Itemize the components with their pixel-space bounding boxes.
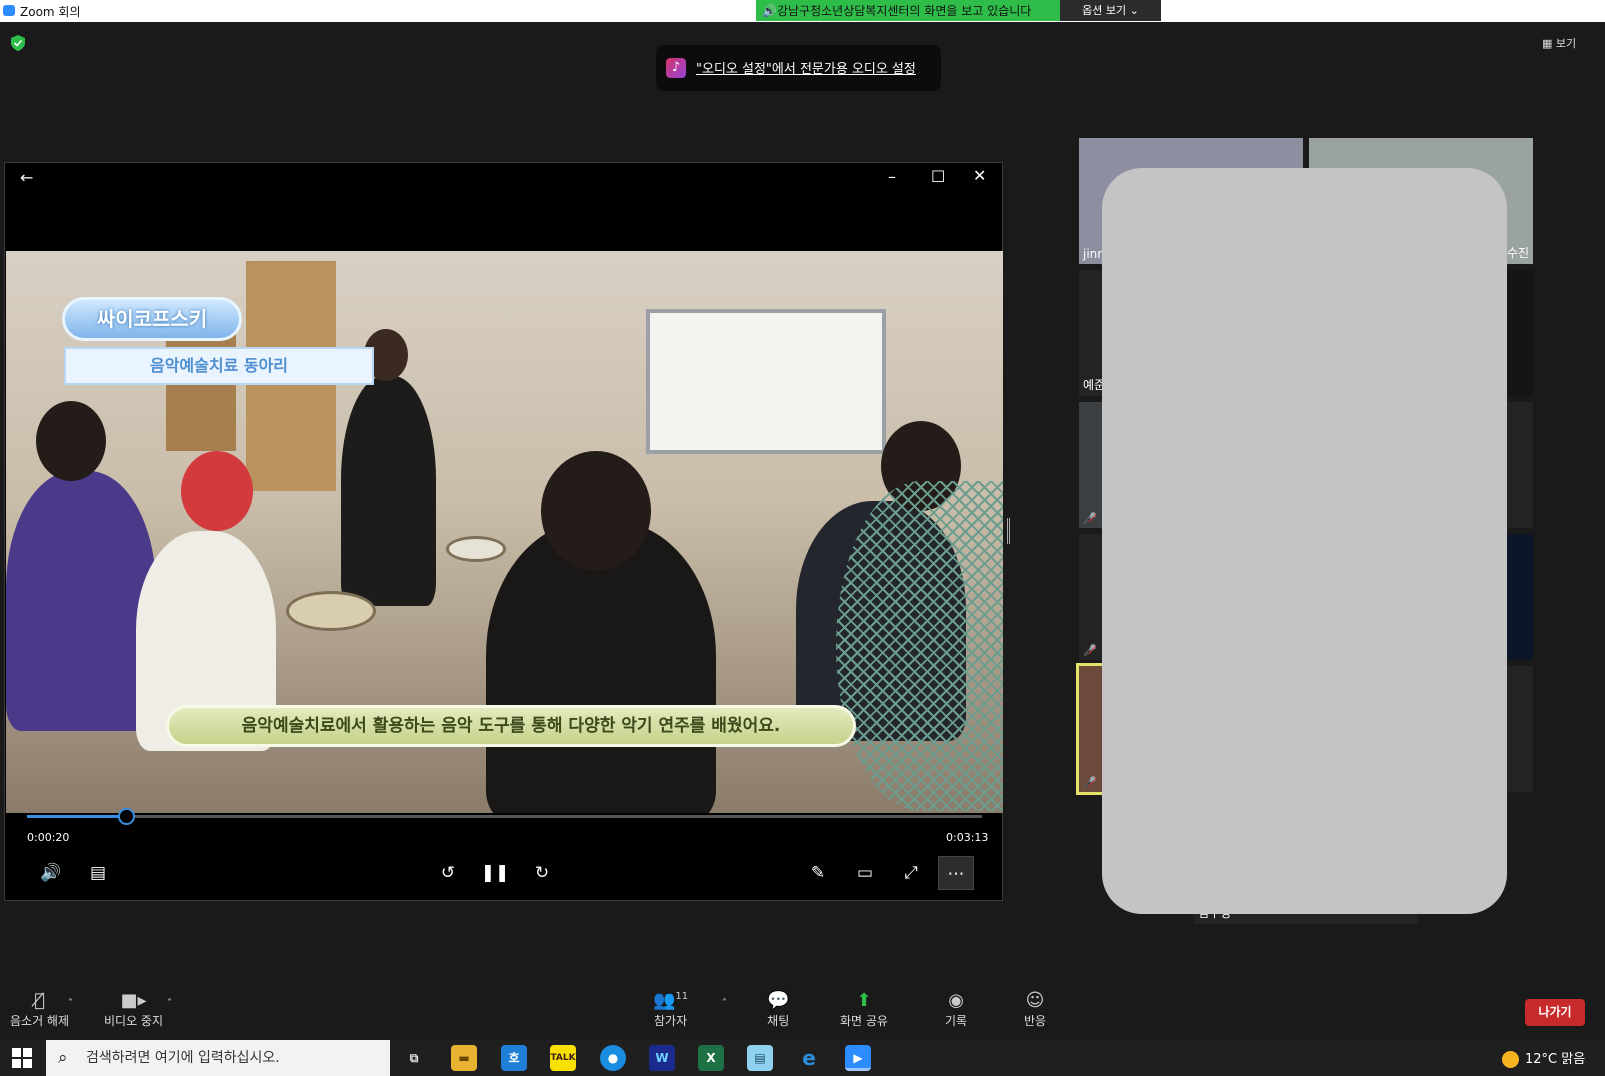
participants-count: 11 <box>675 991 689 1002</box>
stop-video-label: 비디오 중지 <box>104 1014 164 1028</box>
internet-explorer-icon[interactable]: e <box>796 1045 822 1071</box>
forward-30-icon[interactable]: ↻ <box>524 856 560 890</box>
more-options-icon[interactable]: ⋯ <box>938 856 974 890</box>
view-options-button[interactable]: 옵션 보기 ⌄ <box>1060 0 1161 21</box>
music-note-icon: ♪ <box>666 58 686 78</box>
zoom-app-icon <box>3 5 15 16</box>
screen-share-banner: 🔊강남구청소년상담복지센터의 화면을 보고 있습니다 <box>756 0 1060 21</box>
grid-icon: ▦ <box>1542 37 1553 50</box>
search-placeholder: 검색하려면 여기에 입력하십시오. <box>86 1050 280 1066</box>
participants-caret[interactable]: ˄ <box>722 998 727 1009</box>
share-banner-text: 강남구청소년상담복지센터의 화면을 보고 있습니다 <box>776 4 1032 18</box>
webex-icon[interactable]: W <box>649 1045 675 1071</box>
close-icon[interactable]: ✕ <box>973 166 986 185</box>
privacy-mask <box>1102 168 1507 914</box>
notepad-icon[interactable]: ▤ <box>747 1045 773 1071</box>
mic-muted-icon: 🎙̸ <box>34 990 45 1011</box>
video-caption: 음악예술치료에서 활용하는 음악 도구를 통해 다양한 악기 연주를 배웠어요. <box>166 705 856 747</box>
file-explorer-icon[interactable]: ▬ <box>451 1045 477 1071</box>
task-view-icon[interactable]: ⧉ <box>401 1045 427 1071</box>
video-options-caret[interactable]: ˄ <box>167 998 172 1009</box>
total-time: 0:03:13 <box>946 831 989 844</box>
reactions-button[interactable]: ☺ 반응 <box>1024 990 1046 1029</box>
sun-icon <box>1502 1051 1519 1068</box>
student-purple-head <box>36 401 106 481</box>
progress-track[interactable] <box>27 815 982 818</box>
share-screen-label: 화면 공유 <box>840 1014 888 1028</box>
leave-button[interactable]: 나가기 <box>1525 999 1585 1026</box>
participant-name: 수진 <box>1506 246 1529 260</box>
drum <box>286 591 376 631</box>
windows-taskbar: ⌕ 검색하려면 여기에 입력하십시오. ⧉ ▬ 호 TALK ● W X ▤ e… <box>0 1040 1605 1076</box>
view-label: 보기 <box>1555 37 1577 50</box>
share-arrow-icon: ⬆ <box>856 990 872 1011</box>
kakaotalk-icon[interactable]: TALK <box>550 1045 576 1071</box>
red-cap <box>181 451 253 531</box>
audio-options-caret[interactable]: ˄ <box>68 998 73 1009</box>
muted-mic-icon: 🎤̸ <box>1083 644 1097 657</box>
pen-icon[interactable]: ✎ <box>800 856 836 890</box>
meeting-toolbar: 🎙̸ 음소거 해제 ˄ ■▸ 비디오 중지 ˄ 👥11 참가자 ˄ 💬 채팅 ⬆ 화면 공… <box>0 970 1605 1040</box>
stop-video-button[interactable]: ■▸ 비디오 중지 <box>104 990 163 1029</box>
progress-fill <box>27 815 127 818</box>
video-player-window: ← – ☐ ✕ 싸이코프스키 음악예술치료 동아리 음악예술치료에서 활용하는 … <box>4 162 1003 901</box>
speaker-icon: 🔊 <box>762 4 777 18</box>
share-screen-button[interactable]: ⬆ 화면 공유 <box>840 990 888 1029</box>
reactions-label: 반응 <box>1024 1014 1047 1028</box>
unmute-label: 음소거 해제 <box>10 1014 70 1028</box>
panel-splitter[interactable] <box>1007 518 1010 544</box>
taskbar-search-box[interactable]: ⌕ 검색하려면 여기에 입력하십시오. <box>46 1040 390 1076</box>
fullscreen-icon[interactable]: ⤢ <box>893 856 929 890</box>
search-icon: ⌕ <box>58 1048 68 1068</box>
view-options-label: 옵션 보기 <box>1082 4 1127 17</box>
unmute-button[interactable]: 🎙̸ 음소거 해제 <box>10 990 69 1029</box>
student-hoodie-head <box>541 451 651 571</box>
maximize-icon[interactable]: ☐ <box>931 167 945 186</box>
windows-start-icon[interactable] <box>12 1048 32 1068</box>
weather-text: 12°C 맑음 <box>1525 1052 1586 1067</box>
subtitle-badge: 음악예술치료 동아리 <box>64 347 374 385</box>
record-button[interactable]: ◉ 기록 <box>945 990 967 1029</box>
excel-icon[interactable]: X <box>698 1045 724 1071</box>
bucket-drum <box>446 536 506 562</box>
pause-icon[interactable]: ❚❚ <box>477 856 513 890</box>
chat-button[interactable]: 💬 채팅 <box>767 990 789 1029</box>
video-camera-icon: ■▸ <box>120 990 147 1011</box>
progress-thumb[interactable] <box>118 808 136 825</box>
teacher <box>341 376 436 606</box>
back-arrow-icon[interactable]: ← <box>20 168 33 187</box>
participants-label: 참가자 <box>654 1014 688 1028</box>
participants-button[interactable]: 👥11 참가자 <box>653 990 688 1029</box>
window-title: Zoom 회의 <box>20 5 81 19</box>
rewind-10-icon[interactable]: ↺ <box>430 856 466 890</box>
emoji-add-icon: ☺ <box>1025 990 1045 1011</box>
muted-mic-icon: 🎤̸ <box>1083 512 1097 525</box>
volume-icon[interactable]: 🔊 <box>33 856 69 890</box>
weather-widget[interactable]: 12°C 맑음 <box>1502 1048 1585 1068</box>
hancom-icon[interactable]: 호 <box>501 1045 527 1071</box>
muted-mic-icon: 🎤̸ <box>1083 776 1097 789</box>
zoom-taskbar-icon[interactable]: ▶ <box>845 1045 871 1071</box>
subtitles-icon[interactable]: ▤ <box>80 856 116 890</box>
audio-settings-link[interactable]: "오디오 설정"에서 전문가용 오디오 설정 <box>696 58 916 77</box>
record-icon: ◉ <box>948 990 964 1011</box>
chat-label: 채팅 <box>767 1014 790 1028</box>
record-label: 기록 <box>945 1014 968 1028</box>
gallery-view-button[interactable]: ▦ 보기 <box>1542 35 1576 51</box>
chevron-down-icon: ⌄ <box>1129 4 1139 17</box>
messenger-icon[interactable]: ● <box>600 1045 626 1071</box>
fan <box>836 481 1003 811</box>
whiteboard <box>646 309 886 454</box>
current-time: 0:00:20 <box>27 831 70 844</box>
title-badge: 싸이코프스키 <box>62 297 242 341</box>
chat-bubble-icon: 💬 <box>767 990 790 1011</box>
video-frame[interactable]: 싸이코프스키 음악예술치료 동아리 음악예술치료에서 활용하는 음악 도구를 통… <box>6 251 1003 813</box>
audio-settings-toast[interactable]: ♪ "오디오 설정"에서 전문가용 오디오 설정 <box>656 45 941 91</box>
shield-icon[interactable] <box>11 35 25 51</box>
student-purple <box>6 471 156 731</box>
mini-view-icon[interactable]: ▭ <box>847 856 883 890</box>
minimize-icon[interactable]: – <box>888 167 896 186</box>
participants-icon: 👥11 <box>653 990 689 1011</box>
